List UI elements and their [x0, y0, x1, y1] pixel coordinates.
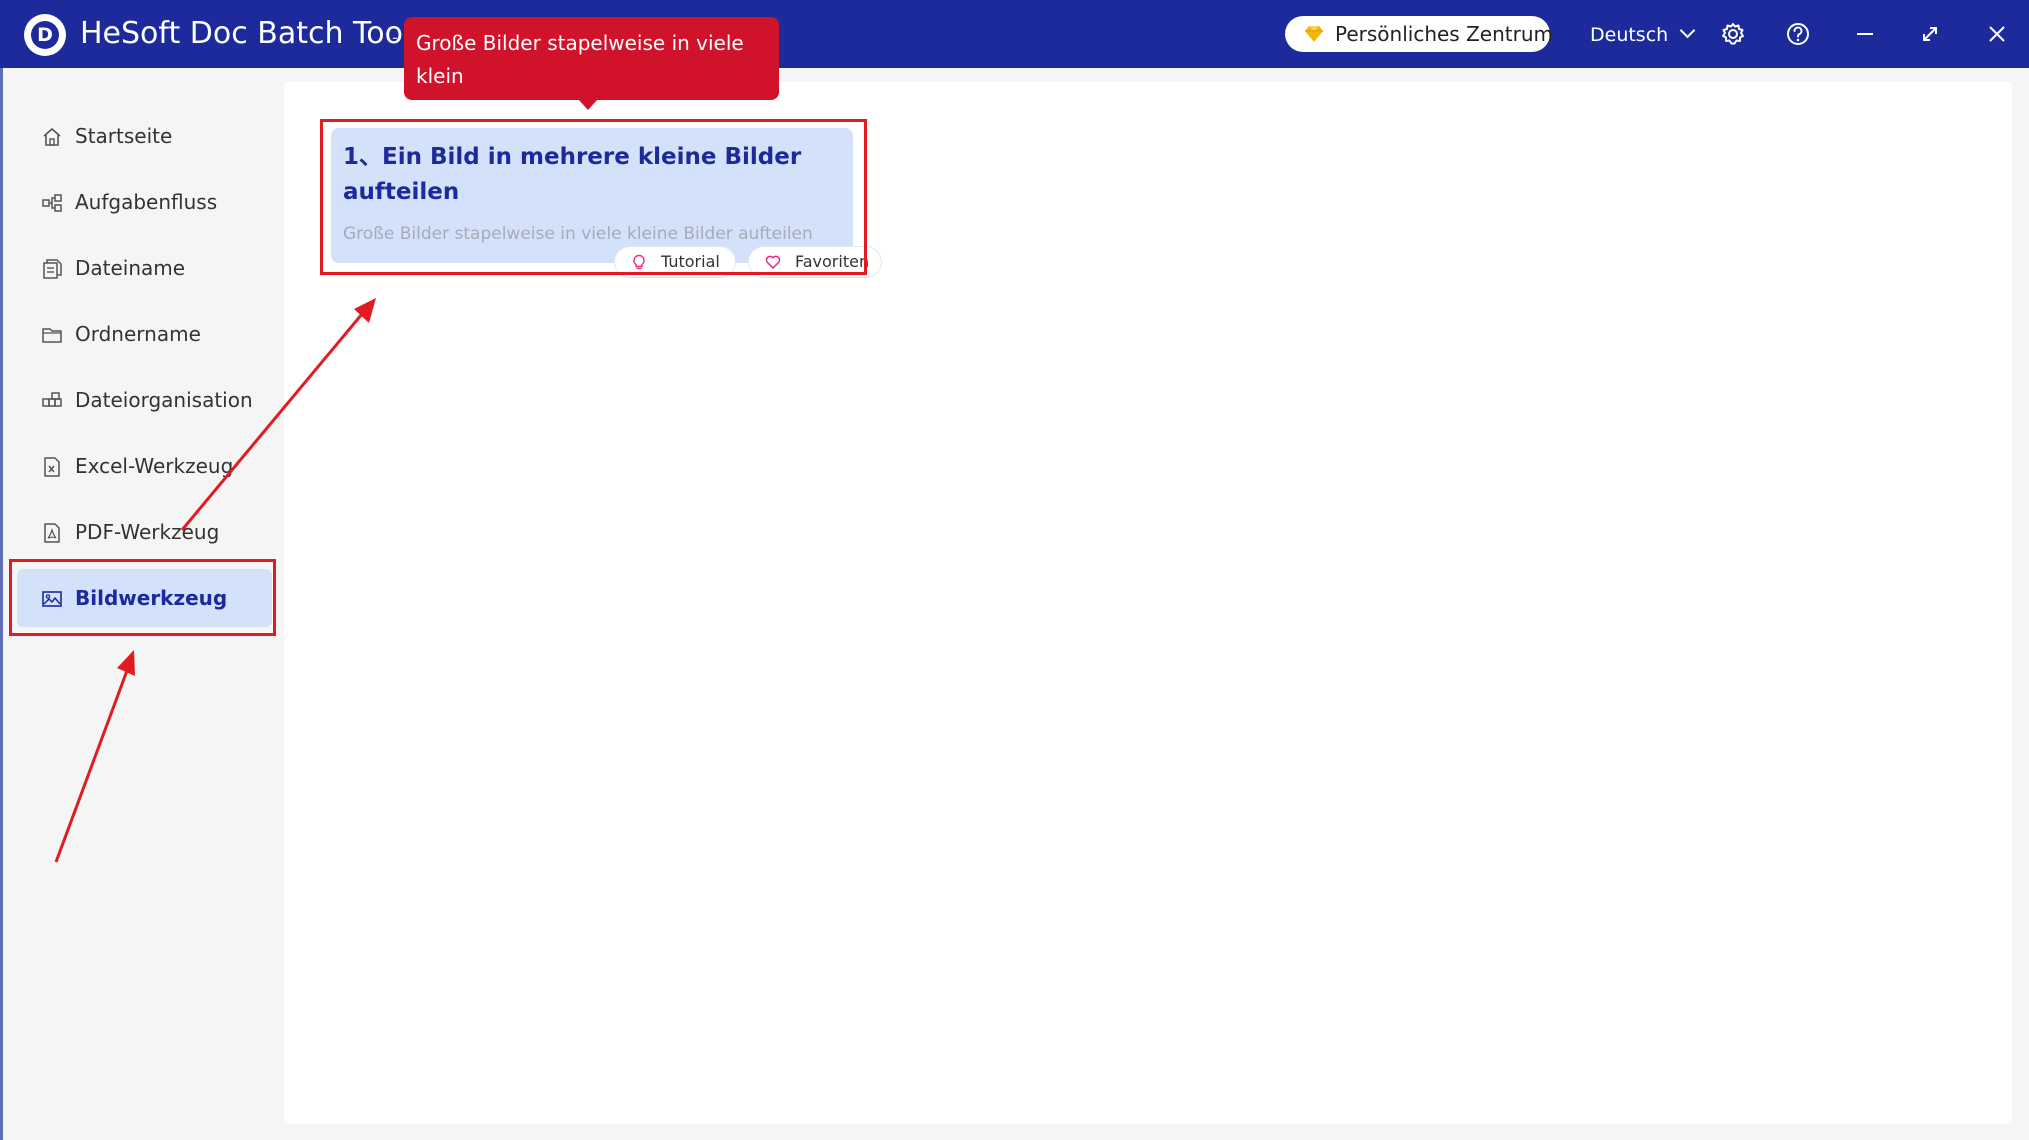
folder-icon [42, 328, 62, 343]
sidebar-item-excel-werkzeug[interactable]: Excel-Werkzeug [17, 437, 272, 495]
annotation-box-tool-card [320, 119, 867, 275]
close-icon[interactable] [1981, 18, 2013, 50]
app-logo: D [24, 14, 66, 56]
personal-center-label: Persönliches Zentrum [1335, 22, 1553, 46]
sidebar-item-label: Startseite [75, 124, 173, 148]
logo-d-icon: D [31, 21, 59, 49]
tooltip-arrow [578, 99, 598, 110]
app-title: HeSoft Doc Batch Tool [80, 16, 412, 51]
sidebar-item-dateiname[interactable]: Dateiname [17, 239, 272, 297]
sidebar-item-label: PDF-Werkzeug [75, 520, 220, 544]
home-icon [43, 128, 61, 146]
diamond-icon [1305, 26, 1323, 42]
sidebar-item-label: Dateiname [75, 256, 186, 280]
title-bar: D HeSoft Doc Batch Tool - v Persönliches… [0, 0, 2029, 68]
excel-icon [44, 457, 60, 477]
language-selector[interactable]: Deutsch [1590, 20, 1696, 50]
help-icon[interactable] [1782, 18, 1814, 50]
sidebar-item-aufgabenfluss[interactable]: Aufgabenfluss [17, 173, 272, 231]
file-organize-icon [42, 392, 62, 407]
maximize-icon[interactable] [1914, 18, 1946, 50]
sidebar-item-pdf-werkzeug[interactable]: PDF-Werkzeug [17, 503, 272, 561]
sidebar-item-startseite[interactable]: Startseite [17, 107, 272, 165]
tooltip-line-1: Große Bilder stapelweise in viele klein [416, 31, 744, 88]
sidebar-item-ordnername[interactable]: Ordnername [17, 305, 272, 363]
chevron-down-icon [1679, 22, 1696, 39]
scrollbar-handle[interactable] [2015, 1060, 2025, 1100]
sidebar-item-label: Ordnername [75, 322, 201, 346]
file-copy-icon [43, 259, 62, 279]
sidebar-item-label: Aufgabenfluss [75, 190, 218, 214]
pdf-icon [44, 523, 60, 543]
sidebar-item-label: Excel-Werkzeug [75, 454, 234, 478]
language-label: Deutsch [1590, 24, 1669, 46]
personal-center-button[interactable]: Persönliches Zentrum [1285, 16, 1553, 52]
app-window: D HeSoft Doc Batch Tool - v Persönliches… [0, 0, 2029, 1140]
minimize-icon[interactable] [1849, 18, 1881, 50]
tool-tooltip: Große Bilder stapelweise in viele klein … [404, 17, 779, 121]
workflow-icon [42, 194, 62, 212]
sidebar-item-label: Dateiorganisation [75, 388, 253, 412]
sidebar-item-dateiorganisation[interactable]: Dateiorganisation [17, 371, 272, 429]
settings-icon[interactable] [1717, 18, 1749, 50]
annotation-box-bildwerkzeug [9, 559, 276, 636]
